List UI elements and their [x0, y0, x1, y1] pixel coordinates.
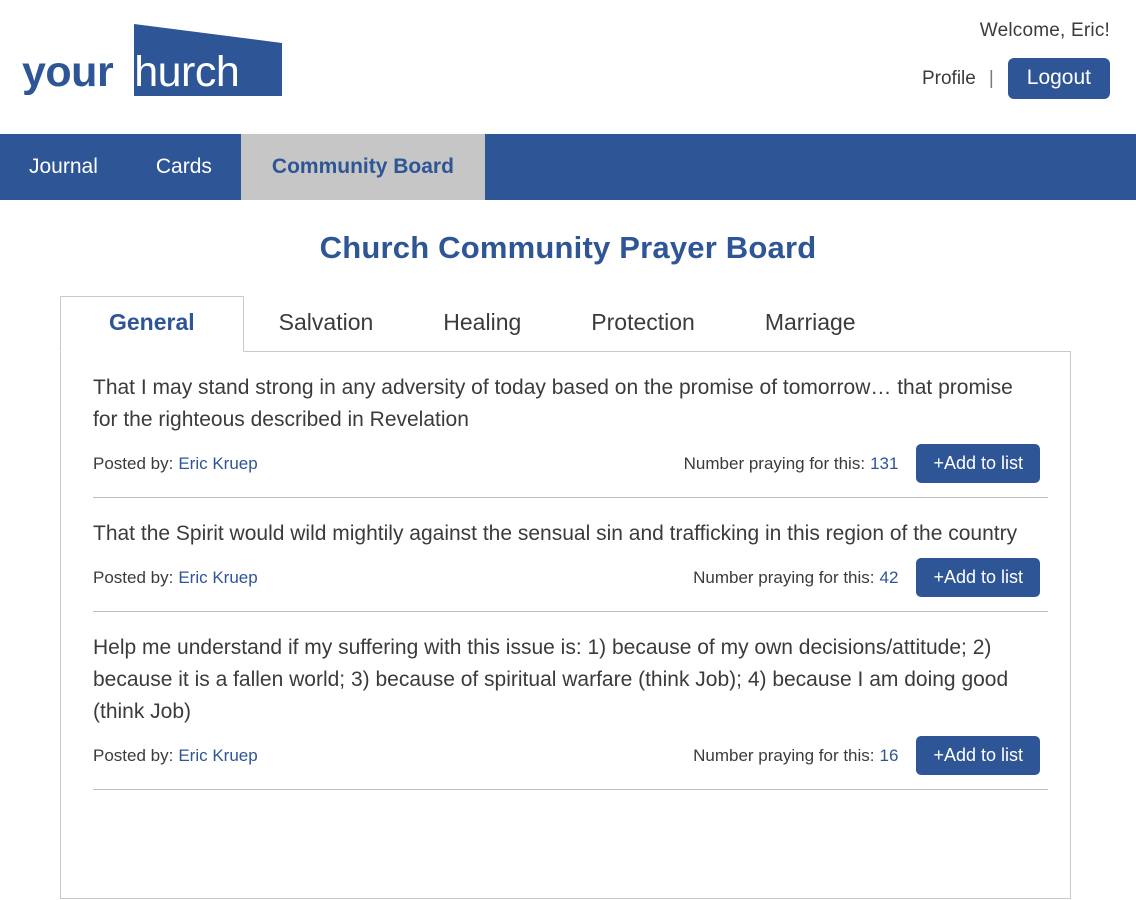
page-title: Church Community Prayer Board — [319, 230, 817, 265]
prayer-category-tabs: General Salvation Healing Protection Mar… — [60, 293, 1073, 352]
prayer-text: That I may stand strong in any adversity… — [93, 376, 1013, 431]
prayer-item: That the Spirit would wild mightily agai… — [61, 498, 1070, 611]
pray-count: Number praying for this: 16 — [693, 746, 898, 766]
prayer-divider — [93, 789, 1048, 790]
posted-by-label: Posted by: — [93, 745, 174, 765]
nav-item-journal[interactable]: Journal — [0, 134, 127, 200]
tabstrip: General Salvation Healing Protection Mar… — [60, 293, 891, 352]
tab-protection[interactable]: Protection — [556, 296, 730, 351]
prayer-meta-row: Posted by: Eric Kruep Number praying for … — [93, 736, 1040, 789]
welcome-message: Welcome, Eric! — [979, 20, 1110, 41]
nav-item-community-board[interactable]: Community Board — [240, 134, 485, 200]
profile-link[interactable]: Profile — [922, 68, 989, 90]
prayer-item: That I may stand strong in any adversity… — [61, 352, 1070, 497]
prayer-author-link[interactable]: Eric Kruep — [178, 454, 257, 473]
pray-count-label: Number praying for this: — [693, 567, 875, 587]
pray-count-value: 16 — [879, 745, 899, 765]
pray-count-label: Number praying for this: — [693, 745, 875, 765]
pray-count-label: Number praying for this: — [683, 453, 866, 473]
prayer-item: Help me understand if my suffering with … — [61, 612, 1070, 789]
pray-count-value: 42 — [879, 567, 899, 587]
tab-marriage[interactable]: Marriage — [730, 296, 891, 351]
add-to-list-button[interactable]: +Add to list — [916, 444, 1040, 483]
logo-word-your: your — [22, 48, 114, 96]
logout-button[interactable]: Logout — [1007, 58, 1110, 99]
logo-word-church: church — [113, 48, 240, 96]
tab-general[interactable]: General — [60, 296, 244, 352]
site-header: yourchurch Welcome, Eric! Profile | Logo… — [0, 0, 1136, 134]
prayer-actions: Number praying for this: 131 +Add to list — [684, 444, 1040, 483]
tab-salvation[interactable]: Salvation — [244, 296, 409, 351]
main-navigation: Journal Cards Community Board — [0, 134, 1136, 200]
posted-by: Posted by: Eric Kruep — [93, 746, 258, 766]
pray-count: Number praying for this: 131 — [684, 454, 899, 474]
posted-by: Posted by: Eric Kruep — [93, 454, 258, 474]
account-actions: Profile | Logout — [922, 58, 1110, 99]
posted-by-label: Posted by: — [93, 567, 174, 587]
site-logo[interactable]: yourchurch — [22, 14, 282, 104]
add-to-list-button[interactable]: +Add to list — [916, 736, 1040, 775]
prayer-text: That the Spirit would wild mightily agai… — [93, 522, 1018, 545]
prayer-text: Help me understand if my suffering with … — [93, 636, 1009, 723]
tab-healing[interactable]: Healing — [408, 296, 556, 351]
prayer-meta-row: Posted by: Eric Kruep Number praying for … — [93, 444, 1040, 497]
pray-count-value: 131 — [870, 453, 899, 473]
prayer-actions: Number praying for this: 16 +Add to list — [693, 736, 1040, 775]
pray-count: Number praying for this: 42 — [693, 568, 898, 588]
nav-item-cards[interactable]: Cards — [127, 134, 241, 200]
posted-by: Posted by: Eric Kruep — [93, 568, 258, 588]
prayer-author-link[interactable]: Eric Kruep — [178, 568, 257, 587]
add-to-list-button[interactable]: +Add to list — [916, 558, 1040, 597]
prayer-meta-row: Posted by: Eric Kruep Number praying for … — [93, 558, 1040, 611]
posted-by-label: Posted by: — [93, 453, 174, 473]
logo-text: yourchurch — [22, 48, 282, 96]
account-separator: | — [988, 67, 994, 89]
prayer-actions: Number praying for this: 42 +Add to list — [693, 558, 1040, 597]
prayer-list-panel: That I may stand strong in any adversity… — [60, 351, 1071, 899]
prayer-author-link[interactable]: Eric Kruep — [178, 746, 257, 765]
